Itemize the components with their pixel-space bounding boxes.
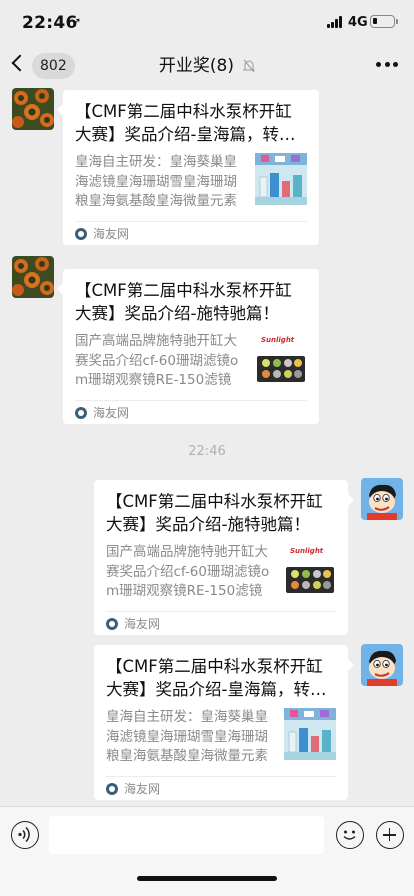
sender-avatar[interactable]: [12, 88, 54, 130]
card-title: 【CMF第二届中科水泵杯开缸大赛】奖品介绍-施特驰篇！: [106, 492, 323, 534]
emoji-icon[interactable]: [336, 821, 364, 849]
message-input[interactable]: [49, 816, 324, 854]
card-source: 海友网: [93, 227, 130, 241]
sender-avatar[interactable]: [12, 256, 54, 298]
card-title: 【CMF第二届中科水泵杯开缸大赛】奖品介绍-施特驰篇！: [75, 281, 292, 323]
bell-slash-icon: [243, 59, 256, 72]
card-source: 海友网: [93, 406, 130, 420]
source-logo-icon: [75, 227, 87, 240]
link-card[interactable]: 【CMF第二届中科水泵杯开缸大赛】奖品介绍-皇海篇，转发有奖！ 皇海自主研发：皇…: [94, 645, 354, 800]
filter-lens-thumbnail: Sunlight: [255, 332, 307, 384]
home-indicator: [137, 876, 277, 881]
product-photo-thumbnail: [284, 708, 336, 760]
network-type: 4G: [348, 15, 368, 30]
card-title: 【CMF第二届中科水泵杯开缸大赛】奖品介绍-皇海篇，转发有奖！: [75, 102, 296, 144]
source-logo-icon: [75, 406, 87, 419]
card-title: 【CMF第二届中科水泵杯开缸大赛】奖品介绍-皇海篇，转发有奖！: [106, 657, 327, 699]
cartoon-avatar-icon: [361, 478, 403, 520]
link-card[interactable]: 【CMF第二届中科水泵杯开缸大赛】奖品介绍-皇海篇，转发有奖！ 皇海自主研发：皇…: [57, 90, 319, 245]
plus-icon[interactable]: [376, 821, 404, 849]
card-description: 皇海自主研发：皇海葵巢皇海滤镜皇海珊瑚雪皇海珊瑚粮皇海氨基酸皇海微量元素: [106, 709, 268, 764]
thumb-brand-text: Sunlight: [290, 547, 324, 555]
message-timestamp: 22:46: [188, 444, 226, 459]
source-logo-icon: [106, 782, 118, 795]
card-source: 海友网: [124, 617, 161, 631]
chat-message-list[interactable]: 【CMF第二届中科水泵杯开缸大赛】奖品介绍-皇海篇，转发有奖！ 皇海自主研发：皇…: [0, 88, 414, 806]
nav-bar: 开业奖(8) 802: [0, 44, 414, 88]
card-description: 国产高端品牌施特驰开缸大赛奖品介绍cf-60珊瑚滤镜om珊瑚观察镜RE-150滤…: [106, 544, 270, 599]
signal-icon: [327, 16, 345, 28]
card-description: 国产高端品牌施特驰开缸大赛奖品介绍cf-60珊瑚滤镜om珊瑚观察镜RE-150滤…: [75, 333, 239, 388]
battery-icon: [370, 15, 395, 28]
cartoon-avatar-icon: [361, 644, 403, 686]
product-photo-thumbnail: [255, 153, 307, 205]
status-time: 22:46: [22, 13, 78, 33]
input-bar: [0, 806, 414, 896]
battery-cap: [396, 19, 398, 24]
card-source: 海友网: [124, 782, 161, 796]
coral-avatar-icon: [12, 88, 54, 130]
unread-count-badge[interactable]: 802: [32, 53, 75, 79]
status-bar: 22:46 ➚ 4G: [0, 0, 414, 44]
chat-title: 开业奖(8): [158, 56, 234, 76]
link-card[interactable]: 【CMF第二届中科水泵杯开缸大赛】奖品介绍-施特驰篇！ 国产高端品牌施特驰开缸大…: [94, 480, 354, 635]
location-arrow-icon: ➚: [72, 15, 82, 28]
my-avatar[interactable]: [361, 644, 403, 686]
source-logo-icon: [106, 617, 118, 630]
thumb-brand-text: Sunlight: [261, 336, 295, 344]
my-avatar[interactable]: [361, 478, 403, 520]
card-description: 皇海自主研发：皇海葵巢皇海滤镜皇海珊瑚雪皇海珊瑚粮皇海氨基酸皇海微量元素: [75, 154, 237, 209]
more-dots-icon[interactable]: [376, 62, 398, 68]
link-card[interactable]: 【CMF第二届中科水泵杯开缸大赛】奖品介绍-施特驰篇！ 国产高端品牌施特驰开缸大…: [57, 269, 319, 424]
voice-icon[interactable]: [11, 821, 39, 849]
filter-lens-thumbnail: Sunlight: [284, 543, 336, 595]
coral-avatar-icon: [12, 256, 54, 298]
